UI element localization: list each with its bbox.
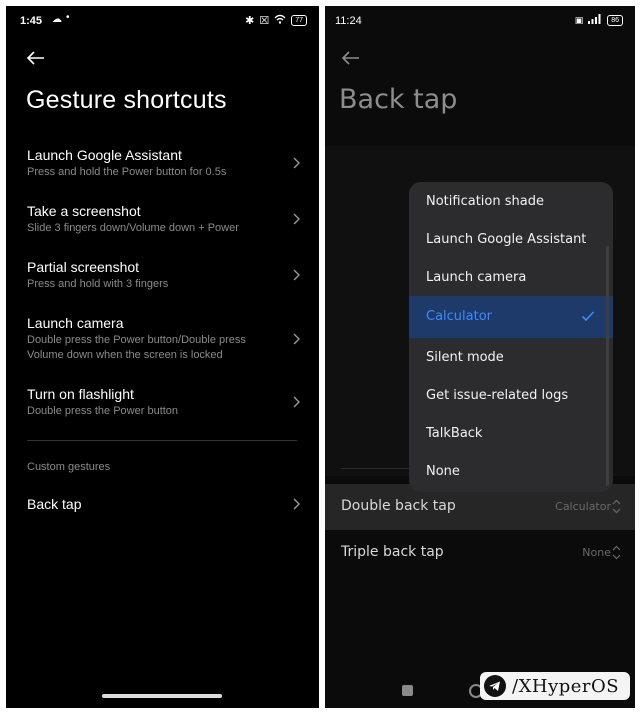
wifi-icon (274, 14, 286, 27)
divider (27, 440, 297, 441)
chevron-right-icon (293, 333, 300, 344)
status-dot-icon: • (66, 12, 70, 23)
menu-scrollbar[interactable] (606, 246, 609, 486)
item-label: Partial screenshot (27, 259, 140, 275)
telegram-icon (484, 675, 506, 697)
chevron-right-icon (293, 396, 300, 408)
menu-item-notification-shade[interactable]: Notification shade (409, 183, 613, 221)
item-back-tap[interactable]: Back tap (27, 495, 303, 513)
row-value: Calculator (555, 500, 611, 513)
battery-icon: 77 (291, 15, 307, 26)
bluetooth-icon: ✱ (245, 15, 255, 27)
chevron-right-icon (293, 157, 300, 169)
action-dropdown-menu: Notification shade Launch Google Assista… (409, 182, 613, 492)
item-description: Press and hold with 3 fingers (27, 278, 169, 290)
menu-item-none[interactable]: None (409, 453, 613, 491)
item-description: Slide 3 fingers down/Volume down + Power (27, 222, 239, 234)
item-partial-screenshot[interactable]: Partial screenshot Press and hold with 3… (27, 258, 303, 292)
row-label: Double back tap (341, 498, 456, 514)
recents-button[interactable] (402, 685, 413, 696)
item-label: Turn on flashlight (27, 386, 134, 402)
battery-icon: 86 (607, 15, 623, 26)
status-icons: ▣ 86 (575, 14, 623, 27)
watermark-text: /XHyperOS (512, 675, 620, 697)
menu-item-talkback[interactable]: TalkBack (409, 415, 613, 453)
menu-item-calculator[interactable]: Calculator (409, 296, 613, 338)
chevron-right-icon (293, 269, 300, 281)
status-time: 1:45 (20, 15, 43, 27)
signal-icon (588, 14, 602, 27)
mute-icon: ☒ (259, 15, 270, 27)
section-header-custom-gestures: Custom gestures (27, 461, 111, 473)
back-tap-screen: 11:24 ▣ 86 Back tap Double back tap Calc… (325, 6, 635, 708)
back-arrow-icon[interactable] (339, 46, 367, 70)
status-bar: 11:24 ▣ 86 (325, 6, 635, 36)
item-launch-camera[interactable]: Launch camera Double press the Power but… (27, 314, 303, 363)
item-label: Launch Google Assistant (27, 147, 182, 163)
sim-icon: ▣ (574, 15, 584, 25)
item-description: Double press the Power button/Double pre… (27, 334, 246, 361)
row-triple-back-tap[interactable]: Triple back tap None (325, 530, 635, 576)
menu-item-silent-mode[interactable]: Silent mode (409, 339, 613, 377)
status-icons: ✱ ☒ 77 (245, 14, 307, 27)
divider (341, 468, 411, 469)
menu-item-launch-google-assistant[interactable]: Launch Google Assistant (409, 221, 613, 259)
row-label: Triple back tap (341, 544, 444, 560)
item-label: Back tap (27, 496, 82, 512)
up-down-chevron-icon (612, 545, 621, 560)
item-label: Take a screenshot (27, 203, 141, 219)
status-bar: 1:45 ☁ • ✱ ☒ 77 (6, 6, 319, 36)
item-launch-google-assistant[interactable]: Launch Google Assistant Press and hold t… (27, 146, 303, 180)
gesture-nav-bar[interactable] (102, 694, 222, 698)
menu-item-get-issue-related-logs[interactable]: Get issue-related logs (409, 377, 613, 415)
page-title: Gesture shortcuts (26, 86, 227, 114)
checkmark-icon (581, 311, 595, 322)
status-time: 11:24 (335, 15, 362, 27)
item-description: Press and hold the Power button for 0.5s (27, 166, 227, 178)
item-take-screenshot[interactable]: Take a screenshot Slide 3 fingers down/V… (27, 202, 303, 236)
status-cloud-icon: ☁ (52, 14, 62, 25)
page-title: Back tap (339, 84, 458, 115)
menu-item-label: Calculator (426, 309, 493, 324)
back-arrow-icon[interactable] (24, 46, 52, 70)
item-label: Launch camera (27, 315, 124, 331)
gesture-shortcuts-screen: 1:45 ☁ • ✱ ☒ 77 Gesture shortcuts Launch… (6, 6, 319, 708)
item-turn-on-flashlight[interactable]: Turn on flashlight Double press the Powe… (27, 385, 303, 419)
watermark: /XHyperOS (480, 672, 630, 700)
item-description: Double press the Power button (27, 405, 179, 417)
chevron-right-icon (293, 213, 300, 225)
up-down-chevron-icon (612, 499, 621, 514)
menu-item-launch-camera[interactable]: Launch camera (409, 259, 613, 297)
chevron-right-icon (293, 498, 300, 510)
row-value: None (582, 546, 611, 559)
